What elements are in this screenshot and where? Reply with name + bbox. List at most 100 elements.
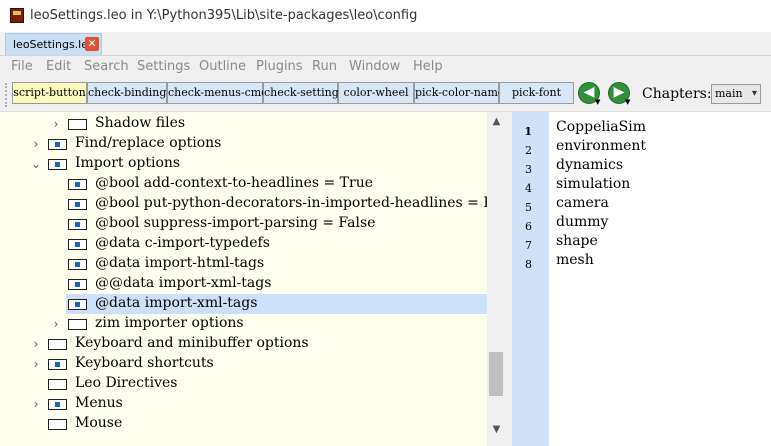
scroll-down-icon[interactable]: ▼ xyxy=(487,422,506,438)
body-line[interactable]: shape xyxy=(556,233,598,249)
chapters-label: Chapters: xyxy=(642,86,712,102)
node-label: Keyboard shortcuts xyxy=(75,355,214,371)
outline-node[interactable]: › Find/replace options xyxy=(0,134,488,154)
expand-arrow-icon[interactable]: › xyxy=(30,135,42,153)
node-label: Import options xyxy=(75,155,181,171)
tab-leosettings[interactable]: leoSettings.leo ✕ xyxy=(5,33,102,55)
outline-node[interactable]: @data c-import-typedefs xyxy=(0,234,488,254)
body-line[interactable]: dummy xyxy=(556,214,608,230)
line-number-gutter: 1 2 3 4 5 6 7 8 xyxy=(512,112,549,446)
menu-outline[interactable]: Outline xyxy=(199,59,246,74)
node-label: @bool suppress-import-parsing = False xyxy=(95,215,376,231)
toolbar-grip[interactable] xyxy=(5,83,10,107)
pick-font-button[interactable]: pick-font xyxy=(499,82,574,104)
check-menus-cmds-button[interactable]: check-menus-cmds xyxy=(167,82,274,104)
node-label: @data import-html-tags xyxy=(95,255,265,271)
menu-file[interactable]: File xyxy=(11,59,33,74)
title-bar: leoSettings.leo in Y:\Python395\Lib\site… xyxy=(0,0,771,32)
outline-node[interactable]: › Shadow files xyxy=(0,114,488,134)
body-line[interactable]: CoppeliaSim xyxy=(556,119,646,135)
close-tab-icon[interactable]: ✕ xyxy=(85,37,99,51)
outline-scrollbar[interactable]: ▲ ▼ xyxy=(487,112,506,446)
outline-node[interactable]: @data import-html-tags xyxy=(0,254,488,274)
marked-node-icon xyxy=(68,219,87,230)
outline-node[interactable]: › Menus xyxy=(0,394,488,414)
body-line[interactable]: mesh xyxy=(556,252,594,268)
outline-pane[interactable]: › Shadow files › Find/replace options ⌄ … xyxy=(0,112,506,446)
expand-arrow-icon[interactable]: › xyxy=(30,355,42,373)
outline-node[interactable]: Mouse xyxy=(0,414,488,434)
outline-node[interactable]: › Keyboard shortcuts xyxy=(0,354,488,374)
menu-window[interactable]: Window xyxy=(349,59,400,74)
marked-node-icon xyxy=(68,239,87,250)
line-number: 5 xyxy=(525,201,532,214)
marked-node-icon xyxy=(68,299,87,310)
node-label: @data import-xml-tags xyxy=(95,295,258,311)
body-line[interactable]: environment xyxy=(556,138,646,154)
node-icon xyxy=(48,379,67,390)
node-label: @data c-import-typedefs xyxy=(95,235,270,251)
node-icon xyxy=(48,339,67,350)
chapters-select[interactable]: main ▾ xyxy=(711,84,761,104)
line-number: 2 xyxy=(525,144,532,157)
back-dropdown-icon[interactable]: ▼ xyxy=(595,98,600,106)
expand-arrow-icon[interactable]: › xyxy=(50,115,62,133)
line-number: 6 xyxy=(525,220,532,233)
check-settings-button[interactable]: check-settings xyxy=(263,82,344,104)
node-icon xyxy=(68,119,87,130)
marked-node-icon xyxy=(68,179,87,190)
menu-edit[interactable]: Edit xyxy=(46,59,71,74)
marked-node-icon xyxy=(48,399,67,410)
outline-node[interactable]: @bool add-context-to-headlines = True xyxy=(0,174,488,194)
tab-label: leoSettings.leo xyxy=(13,38,95,51)
line-number: 1 xyxy=(524,125,532,138)
outline-node-selected[interactable]: @data import-xml-tags xyxy=(66,294,488,314)
node-label: Leo Directives xyxy=(75,375,178,391)
marked-node-icon xyxy=(68,259,87,270)
body-editor[interactable]: 1 2 3 4 5 6 7 8 CoppeliaSim environment … xyxy=(512,112,771,446)
collapse-arrow-icon[interactable]: ⌄ xyxy=(30,155,42,173)
line-number: 7 xyxy=(525,239,532,252)
pick-color-name-button[interactable]: pick-color-name xyxy=(414,82,504,104)
outline-node[interactable]: › Keyboard and minibuffer options xyxy=(0,334,488,354)
menu-run[interactable]: Run xyxy=(312,59,337,74)
body-line[interactable]: simulation xyxy=(556,176,630,192)
menu-settings[interactable]: Settings xyxy=(137,59,190,74)
forward-dropdown-icon[interactable]: ▼ xyxy=(625,98,630,106)
check-bindings-button[interactable]: check-bindings xyxy=(87,82,172,104)
script-button[interactable]: script-button xyxy=(12,82,87,104)
chevron-down-icon: ▾ xyxy=(751,88,757,99)
scrollbar-thumb[interactable] xyxy=(489,352,503,396)
menu-plugins[interactable]: Plugins xyxy=(256,59,303,74)
menu-search[interactable]: Search xyxy=(84,59,129,74)
marked-node-icon xyxy=(48,139,67,150)
menu-help[interactable]: Help xyxy=(413,59,443,74)
expand-arrow-icon[interactable]: › xyxy=(30,335,42,353)
node-icon xyxy=(48,419,67,430)
node-label: @bool add-context-to-headlines = True xyxy=(95,175,373,191)
outline-node[interactable]: › zim importer options xyxy=(0,314,488,334)
node-label: zim importer options xyxy=(95,315,244,331)
marked-node-icon xyxy=(48,159,67,170)
scroll-up-icon[interactable]: ▲ xyxy=(487,114,506,130)
body-line[interactable]: camera xyxy=(556,195,609,211)
outline-node[interactable]: @bool put-python-decorators-in-imported-… xyxy=(0,194,506,214)
body-line[interactable]: dynamics xyxy=(556,157,623,173)
color-wheel-button[interactable]: color-wheel xyxy=(338,82,414,104)
marked-node-icon xyxy=(68,279,87,290)
outline-node[interactable]: @@data import-xml-tags xyxy=(0,274,488,294)
leo-app-icon xyxy=(10,8,24,23)
marked-node-icon xyxy=(48,359,67,370)
expand-arrow-icon[interactable]: › xyxy=(30,395,42,413)
expand-arrow-icon[interactable]: › xyxy=(50,315,62,333)
menu-bar: File Edit Search Settings Outline Plugin… xyxy=(0,56,771,78)
line-number: 3 xyxy=(525,163,532,176)
outline-node[interactable]: ⌄ Import options xyxy=(0,154,488,174)
line-number: 8 xyxy=(525,258,532,271)
outline-node[interactable]: Leo Directives xyxy=(0,374,488,394)
node-label: Keyboard and minibuffer options xyxy=(75,335,309,351)
tab-bar: leoSettings.leo ✕ xyxy=(0,32,771,56)
node-label: Shadow files xyxy=(95,115,186,131)
outline-node[interactable]: @bool suppress-import-parsing = False xyxy=(0,214,488,234)
node-label: Find/replace options xyxy=(75,135,222,151)
